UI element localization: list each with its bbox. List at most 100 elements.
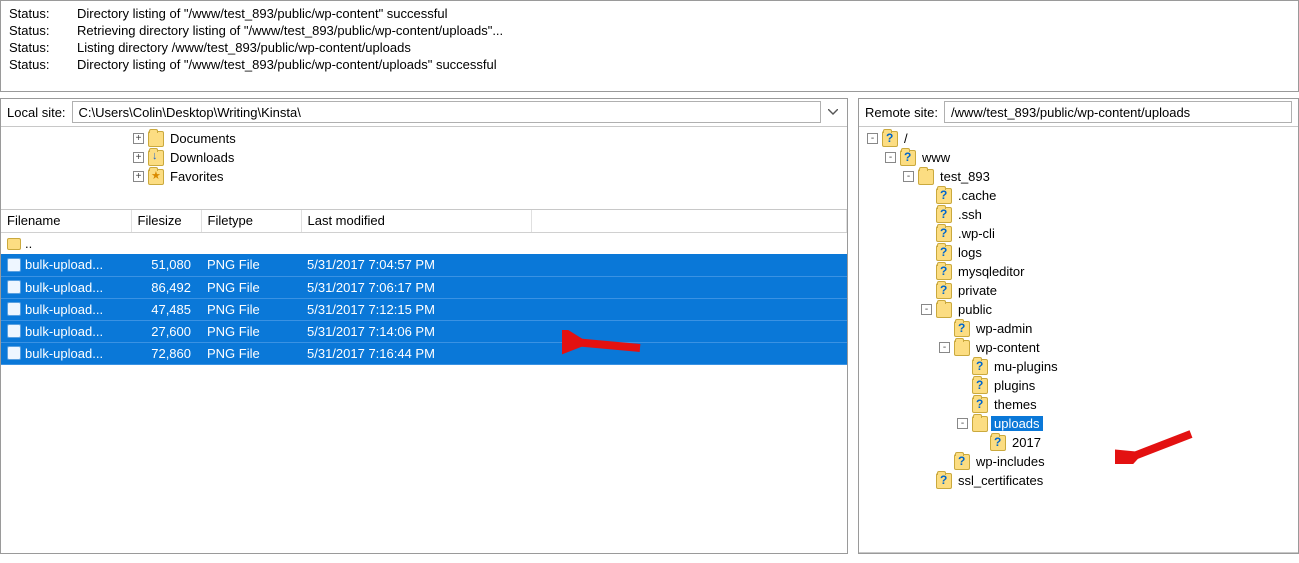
status-line: Status:Directory listing of "/www/test_8…: [9, 5, 503, 22]
tree-item-label: Favorites: [167, 169, 226, 184]
status-text: Retrieving directory listing of "/www/te…: [77, 22, 503, 39]
parent-directory-row[interactable]: ..: [1, 232, 847, 254]
column-header-modified[interactable]: Last modified: [301, 210, 531, 232]
twisty-blank: [921, 209, 932, 220]
column-header-blank[interactable]: [531, 210, 847, 232]
local-file-list[interactable]: Filename Filesize Filetype Last modified…: [1, 210, 847, 553]
expand-icon[interactable]: +: [133, 133, 144, 144]
local-directory-tree[interactable]: +Documents+Downloads+Favorites: [1, 127, 847, 210]
twisty-blank: [957, 361, 968, 372]
remote-directory-tree[interactable]: -/-www-test_893 .cache .ssh .wp-cli logs mysq…: [859, 127, 1298, 553]
tree-item[interactable]: + Documents: [7, 129, 847, 148]
twisty-blank: [921, 475, 932, 486]
file-type: PNG File: [201, 342, 301, 364]
local-site-dropdown-icon[interactable]: [825, 101, 841, 123]
expand-icon[interactable]: +: [133, 152, 144, 163]
folder-icon: [918, 169, 934, 185]
tree-item-label: public: [955, 302, 995, 317]
status-table: Status:Directory listing of "/www/test_8…: [9, 5, 503, 73]
status-label: Status:: [9, 22, 77, 39]
tree-item[interactable]: -test_893: [865, 167, 1298, 186]
tree-item-label: logs: [955, 245, 985, 260]
file-modified: 5/31/2017 7:04:57 PM: [301, 254, 531, 276]
folder-icon: [954, 340, 970, 356]
collapse-icon[interactable]: -: [903, 171, 914, 182]
tree-item[interactable]: wp-admin: [865, 319, 1298, 338]
tree-item[interactable]: + Favorites: [7, 167, 847, 186]
tree-item-label: wp-content: [973, 340, 1043, 355]
tree-item[interactable]: -uploads: [865, 414, 1298, 433]
status-text: Listing directory /www/test_893/public/w…: [77, 39, 503, 56]
tree-item-label: ssl_certificates: [955, 473, 1046, 488]
tree-item[interactable]: - public: [865, 300, 1298, 319]
file-icon: [7, 258, 21, 272]
file-row[interactable]: bulk-upload...47,485PNG File5/31/2017 7:…: [1, 298, 847, 320]
tree-item[interactable]: themes: [865, 395, 1298, 414]
tree-item[interactable]: .ssh: [865, 205, 1298, 224]
folder-unknown-icon: [936, 245, 952, 261]
tree-item-label: mysqleditor: [955, 264, 1027, 279]
twisty-blank: [921, 247, 932, 258]
file-row[interactable]: bulk-upload...72,860PNG File5/31/2017 7:…: [1, 342, 847, 364]
remote-site-input[interactable]: [944, 101, 1292, 123]
folder-unknown-icon: [900, 150, 916, 166]
tree-item[interactable]: mysqleditor: [865, 262, 1298, 281]
tree-item-label: .cache: [955, 188, 999, 203]
file-row[interactable]: bulk-upload...51,080PNG File5/31/2017 7:…: [1, 254, 847, 276]
tree-item[interactable]: -www: [865, 148, 1298, 167]
local-site-row: Local site:: [1, 99, 847, 127]
local-site-input[interactable]: [72, 101, 821, 123]
tree-item[interactable]: 2017: [865, 433, 1298, 452]
file-type: PNG File: [201, 298, 301, 320]
tree-item[interactable]: - wp-content: [865, 338, 1298, 357]
tree-item[interactable]: .wp-cli: [865, 224, 1298, 243]
tree-item[interactable]: -/: [865, 129, 1298, 148]
folder-favorites-icon: [148, 169, 164, 185]
folder-unknown-icon: [936, 264, 952, 280]
folder-icon: [972, 416, 988, 432]
tree-item[interactable]: +Downloads: [7, 148, 847, 167]
status-log[interactable]: Status:Directory listing of "/www/test_8…: [0, 0, 1299, 92]
collapse-icon[interactable]: -: [957, 418, 968, 429]
tree-item[interactable]: mu-plugins: [865, 357, 1298, 376]
tree-item[interactable]: wp-includes: [865, 452, 1298, 471]
twisty-blank: [939, 456, 950, 467]
tree-item[interactable]: private: [865, 281, 1298, 300]
collapse-icon[interactable]: -: [867, 133, 878, 144]
file-row[interactable]: bulk-upload...86,492PNG File5/31/2017 7:…: [1, 276, 847, 298]
tree-item-label: Documents: [167, 131, 239, 146]
tree-item[interactable]: ssl_certificates: [865, 471, 1298, 490]
tree-item[interactable]: .cache: [865, 186, 1298, 205]
column-header-filesize[interactable]: Filesize: [131, 210, 201, 232]
file-modified: 5/31/2017 7:14:06 PM: [301, 320, 531, 342]
column-header-filetype[interactable]: Filetype: [201, 210, 301, 232]
tree-item[interactable]: logs: [865, 243, 1298, 262]
status-label: Status:: [9, 39, 77, 56]
file-name: bulk-upload...: [25, 324, 103, 339]
folder-icon: [7, 238, 21, 250]
status-label: Status:: [9, 5, 77, 22]
file-row[interactable]: bulk-upload...27,600PNG File5/31/2017 7:…: [1, 320, 847, 342]
status-line: Status:Retrieving directory listing of "…: [9, 22, 503, 39]
file-modified: 5/31/2017 7:16:44 PM: [301, 342, 531, 364]
expand-icon[interactable]: +: [133, 171, 144, 182]
collapse-icon[interactable]: -: [885, 152, 896, 163]
tree-item-label: .wp-cli: [955, 226, 998, 241]
tree-item-label: .ssh: [955, 207, 985, 222]
folder-unknown-icon: [954, 321, 970, 337]
folder-unknown-icon: [972, 397, 988, 413]
collapse-icon[interactable]: -: [921, 304, 932, 315]
twisty-blank: [939, 323, 950, 334]
folder-unknown-icon: [882, 131, 898, 147]
tree-item[interactable]: plugins: [865, 376, 1298, 395]
status-text: Directory listing of "/www/test_893/publ…: [77, 56, 503, 73]
file-icon: [7, 346, 21, 360]
file-size: 72,860: [131, 342, 201, 364]
local-pane: Local site: +Documents+Downloads+Favorit…: [0, 98, 848, 554]
twisty-blank: [921, 228, 932, 239]
collapse-icon[interactable]: -: [939, 342, 950, 353]
twisty-blank: [957, 399, 968, 410]
status-line: Status:Listing directory /www/test_893/p…: [9, 39, 503, 56]
folder-unknown-icon: [936, 188, 952, 204]
column-header-filename[interactable]: Filename: [1, 210, 131, 232]
